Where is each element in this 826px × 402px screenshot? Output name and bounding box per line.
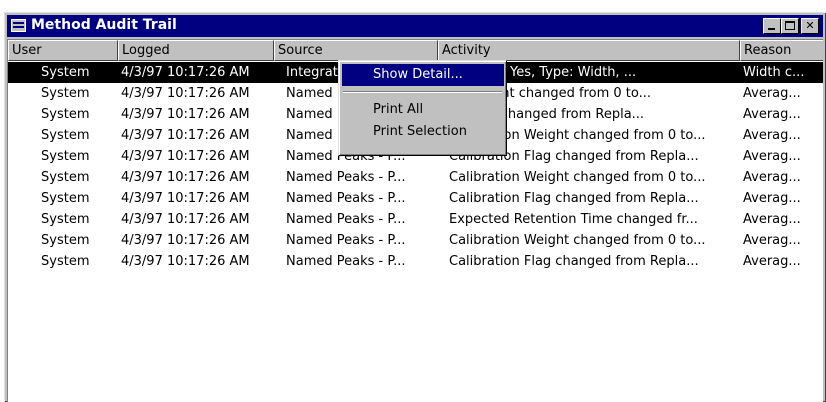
cell-source: Named Peaks - P...: [286, 212, 406, 227]
context-menu: Show Detail... Print All Print Selection: [338, 60, 507, 156]
close-icon: ✕: [805, 19, 815, 32]
cell-activity: Calibration Weight changed from 0 to...: [449, 233, 706, 248]
cell-user: System: [41, 128, 90, 143]
cell-source: Named Peaks - P...: [286, 191, 406, 206]
cell-activity: Calibration Flag changed from Repla...: [449, 254, 699, 269]
cell-reason: Averag...: [743, 107, 801, 122]
cell-logged: 4/3/97 10:17:26 AM: [121, 254, 250, 269]
cell-user: System: [41, 170, 90, 185]
column-header-activity[interactable]: Activity: [438, 40, 740, 61]
cell-logged: 4/3/97 10:17:26 AM: [121, 128, 250, 143]
cell-source: Named Peaks - P...: [286, 233, 406, 248]
cell-user: System: [41, 233, 90, 248]
table-row[interactable]: System 4/3/97 10:17:26 AM Named Peaks - P.…: [8, 209, 823, 230]
column-header-source[interactable]: Source: [274, 40, 438, 61]
cell-user: System: [41, 107, 90, 122]
menu-item-print-selection[interactable]: Print Selection: [342, 121, 504, 143]
cell-logged: 4/3/97 10:17:26 AM: [121, 149, 250, 164]
cell-logged: 4/3/97 10:17:26 AM: [121, 65, 250, 80]
cell-activity: Calibration Flag changed from Repla...: [449, 191, 699, 206]
menu-item-show-detail[interactable]: Show Detail...: [342, 64, 504, 86]
cell-source: Named Peaks - P...: [286, 170, 406, 185]
cell-reason: Averag...: [743, 191, 801, 206]
cell-user: System: [41, 191, 90, 206]
cell-logged: 4/3/97 10:17:26 AM: [121, 191, 250, 206]
menu-item-print-all[interactable]: Print All: [342, 99, 504, 121]
minimize-button[interactable]: [763, 18, 781, 34]
cell-user: System: [41, 86, 90, 101]
table-row[interactable]: System 4/3/97 10:17:26 AM Named Peaks - P.…: [8, 251, 823, 272]
cell-logged: 4/3/97 10:17:26 AM: [121, 233, 250, 248]
table-row[interactable]: System 4/3/97 10:17:26 AM Named Peaks - P.…: [8, 230, 823, 251]
column-header-user[interactable]: User: [8, 40, 118, 61]
cell-reason: Averag...: [743, 233, 801, 248]
cell-reason: Averag...: [743, 86, 801, 101]
maximize-button[interactable]: [781, 18, 799, 34]
cell-reason: Averag...: [743, 170, 801, 185]
close-button[interactable]: ✕: [801, 18, 819, 34]
cell-logged: 4/3/97 10:17:26 AM: [121, 107, 250, 122]
cell-reason: Averag...: [743, 212, 801, 227]
cell-reason: Averag...: [743, 254, 801, 269]
cell-logged: 4/3/97 10:17:26 AM: [121, 170, 250, 185]
cell-user: System: [41, 212, 90, 227]
cell-reason: Averag...: [743, 149, 801, 164]
cell-reason: Width c...: [743, 65, 805, 80]
cell-reason: Averag...: [743, 128, 801, 143]
title-bar[interactable]: Method Audit Trail ✕: [7, 15, 823, 37]
cell-source: Named Peaks - P...: [286, 254, 406, 269]
cell-logged: 4/3/97 10:17:26 AM: [121, 86, 250, 101]
window-icon[interactable]: [11, 19, 26, 32]
column-header: User Logged Source Activity Reason: [8, 40, 823, 61]
cell-user: System: [41, 149, 90, 164]
cell-activity: Expected Retention Time changed fr...: [449, 212, 698, 227]
cell-activity: Calibration Weight changed from 0 to...: [449, 170, 706, 185]
table-row[interactable]: System 4/3/97 10:17:26 AM Named Peaks - P.…: [8, 188, 823, 209]
window-title: Method Audit Trail: [31, 17, 177, 33]
column-header-reason[interactable]: Reason: [740, 40, 823, 61]
column-header-logged[interactable]: Logged: [118, 40, 274, 61]
cell-user: System: [41, 65, 90, 80]
cell-logged: 4/3/97 10:17:26 AM: [121, 212, 250, 227]
table-row[interactable]: System 4/3/97 10:17:26 AM Named Peaks - P.…: [8, 167, 823, 188]
cell-user: System: [41, 254, 90, 269]
menu-separator: [343, 91, 502, 93]
